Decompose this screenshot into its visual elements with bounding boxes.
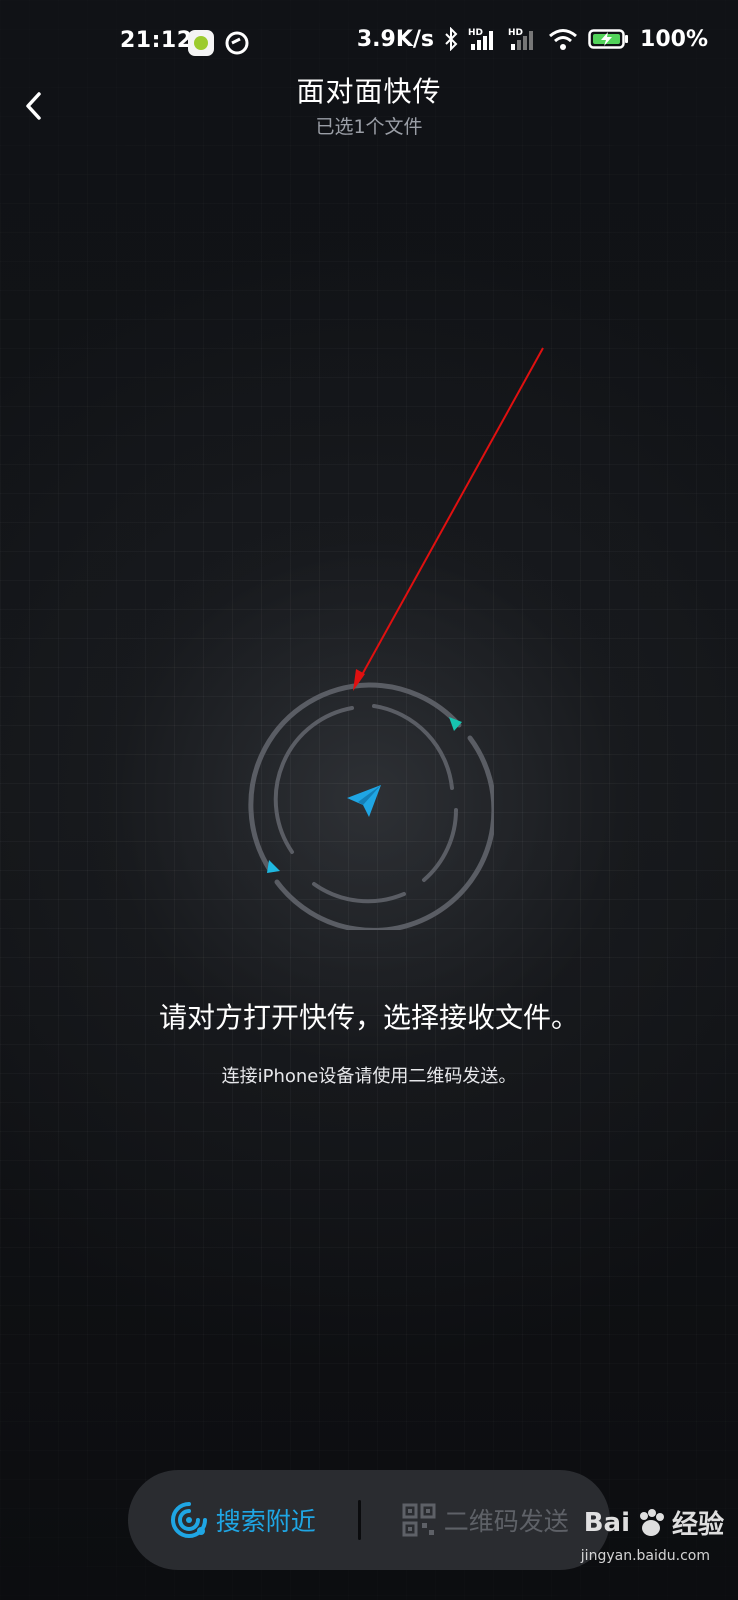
hd-label: HD bbox=[508, 28, 523, 38]
watermark-brand: Bai bbox=[583, 1507, 630, 1538]
battery-charging-icon bbox=[588, 29, 629, 49]
signal-icon: HD bbox=[508, 28, 534, 50]
instruction-main: 请对方打开快传，选择接收文件。 bbox=[158, 1001, 579, 1034]
outer-ring bbox=[248, 682, 372, 873]
qr-scan-icon bbox=[225, 31, 249, 55]
qr-code-icon bbox=[402, 1503, 436, 1537]
radar-marker bbox=[267, 860, 280, 873]
qr-send-label: 二维码发送 bbox=[443, 1507, 569, 1536]
page-title: 面对面快传 bbox=[296, 75, 442, 108]
outer-ring bbox=[366, 682, 462, 728]
watermark-brand-suffix: 经验 bbox=[671, 1510, 724, 1540]
search-nearby-label: 搜索附近 bbox=[215, 1507, 316, 1536]
bluetooth-icon bbox=[445, 27, 458, 51]
status-right: 3.9K/s HD HD 100% bbox=[357, 26, 708, 52]
page-subtitle: 已选1个文件 bbox=[315, 116, 423, 138]
paw-icon bbox=[639, 1508, 664, 1536]
watermark-url: jingyan.baidu.com bbox=[580, 1548, 710, 1564]
inner-ring bbox=[273, 706, 354, 854]
qr-send-button[interactable]: 二维码发送 bbox=[361, 1470, 610, 1570]
signal-icon: HD bbox=[468, 28, 494, 50]
inner-ring bbox=[422, 808, 458, 882]
paper-plane-icon bbox=[347, 785, 381, 817]
radar-scanner bbox=[248, 682, 494, 930]
network-speed: 3.9K/s bbox=[356, 26, 435, 52]
app-icon bbox=[188, 30, 214, 56]
nearby-search-icon bbox=[170, 1502, 207, 1538]
wifi-icon bbox=[549, 29, 577, 50]
inner-ring bbox=[312, 882, 406, 904]
baidu-watermark: Bai 经验 bbox=[584, 1504, 724, 1541]
battery-percent: 100% bbox=[640, 26, 708, 52]
status-time: 21:12 bbox=[120, 28, 193, 53]
search-nearby-button[interactable]: 搜索附近 bbox=[128, 1470, 358, 1570]
transfer-mode-bar: 搜索附近 二维码发送 bbox=[128, 1470, 610, 1570]
instruction-sub: 连接iPhone设备请使用二维码发送。 bbox=[221, 1066, 517, 1087]
inner-ring bbox=[372, 704, 454, 790]
screen: 21:12 3.9K/s HD HD 100% 面对面快传 已选1个文件 请对方… bbox=[0, 0, 738, 1600]
hd-label: HD bbox=[468, 28, 483, 38]
